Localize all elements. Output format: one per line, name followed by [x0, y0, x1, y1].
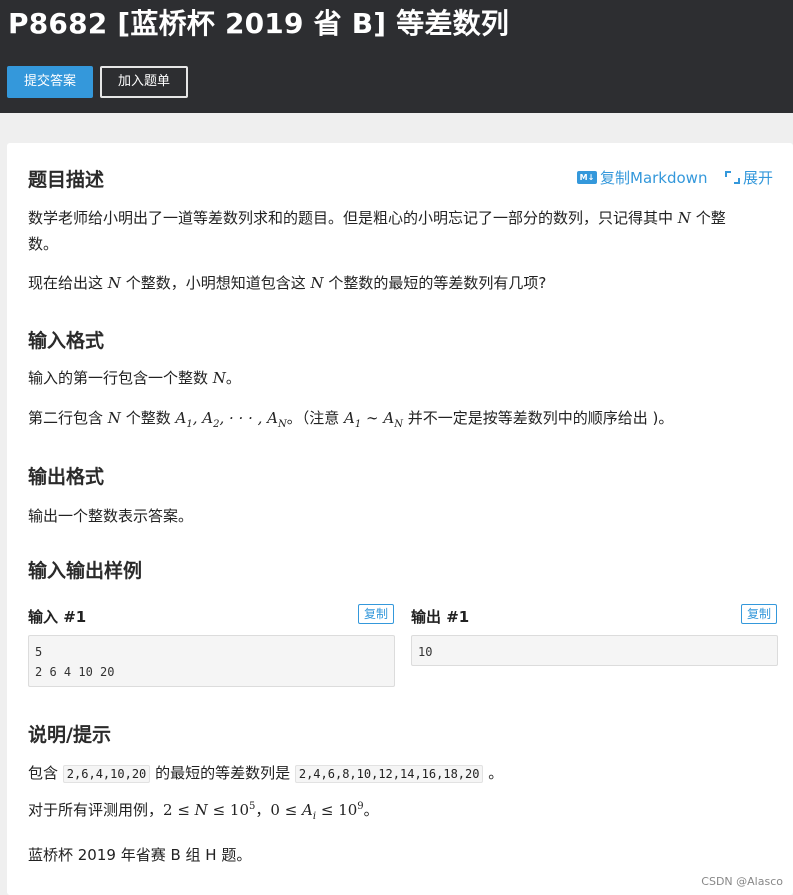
sample-input-label: 输入 #1	[28, 608, 87, 626]
math-var: , A	[192, 409, 214, 427]
text: 。	[225, 369, 241, 387]
math-var: A	[302, 801, 313, 819]
text: 个整数的最短的等差数列有几项?	[328, 274, 547, 292]
math-var: N	[677, 209, 691, 227]
hint-line2: 对于所有评测用例，2 ≤ N ≤ 105，0 ≤ Ai ≤ 109。	[28, 799, 379, 822]
math-sub: N	[394, 419, 403, 430]
math-var: , · · · , A	[219, 409, 278, 427]
text: 个整数，小明想知道包含这	[125, 274, 306, 292]
markdown-icon: M↓	[577, 171, 597, 184]
add-to-list-button[interactable]: 加入题单	[100, 66, 188, 98]
copy-markdown-link[interactable]: M↓ 复制Markdown	[577, 167, 707, 188]
text: 数学老师给小明出了一道等差数列求和的题目。但是粗心的小明忘记了一部分的数列，只记…	[28, 209, 674, 227]
hint-line1: 包含 2,6,4,10,20 的最短的等差数列是 2,4,6,8,10,12,1…	[28, 762, 503, 783]
sample-output-line: 10	[418, 645, 433, 659]
description-para1-line1: 数学老师给小明出了一道等差数列求和的题目。但是粗心的小明忘记了一部分的数列，只记…	[28, 207, 726, 228]
description-para1-line2: 数。	[28, 235, 59, 253]
input-format-heading: 输入格式	[28, 330, 105, 352]
text: 现在给出这	[28, 274, 104, 292]
math-expr: 2 ≤	[163, 801, 195, 819]
copy-output-button[interactable]: 复制	[741, 604, 778, 624]
math-sub: N	[277, 419, 287, 430]
math-var: A	[344, 409, 355, 427]
problem-header: P8682 [蓝桥杯 2019 省 B] 等差数列 提交答案 加入题单	[0, 0, 793, 113]
inline-code: 2,4,6,8,10,12,14,16,18,20	[294, 765, 484, 783]
math-sequence: A1, A2, · · · , AN	[175, 409, 287, 430]
math-var: N	[107, 274, 121, 292]
expand-icon	[725, 171, 740, 184]
text: 包含	[28, 764, 59, 782]
text: 个整数	[125, 409, 171, 427]
text: 的最短的等差数列是	[155, 764, 291, 782]
copy-input-button[interactable]: 复制	[358, 604, 395, 624]
expand-link[interactable]: 展开	[725, 167, 773, 188]
sample-input-line: 2 6 4 10 20	[35, 665, 115, 679]
math-var: N	[194, 801, 208, 819]
text: 对于所有评测用例，	[28, 801, 164, 819]
text: 。（注意	[286, 409, 340, 427]
math-var: N	[310, 274, 324, 292]
text: 。	[363, 801, 379, 819]
input-format-line1: 输入的第一行包含一个整数 N。	[28, 367, 241, 388]
input-format-line2: 第二行包含 N 个整数 A1, A2, · · · , AN。（注意 A1 ∼ …	[28, 407, 673, 430]
output-format-text: 输出一个整数表示答案。	[28, 507, 194, 525]
watermark: CSDN @Alasco	[701, 875, 783, 888]
math-var: ∼ A	[361, 409, 395, 427]
math-var: A	[175, 409, 187, 427]
sample-input-box: 5 2 6 4 10 20	[28, 635, 395, 687]
copy-markdown-label: 复制Markdown	[600, 169, 708, 187]
text: 并不一定是按等差数列中的顺序给出 )。	[407, 409, 674, 427]
inline-code: 2,6,4,10,20	[62, 765, 151, 783]
hint-heading: 说明/提示	[28, 724, 111, 746]
text: 第二行包含	[28, 409, 104, 427]
problem-title: P8682 [蓝桥杯 2019 省 B] 等差数列	[8, 7, 510, 40]
sample-input-line: 5	[35, 645, 43, 659]
expand-label: 展开	[743, 169, 774, 187]
text: ，	[255, 801, 271, 819]
text: 个整	[695, 209, 726, 227]
text: 输入的第一行包含一个整数	[28, 369, 209, 387]
sample-output-label: 输出 #1	[411, 608, 470, 626]
submit-answer-button[interactable]: 提交答案	[7, 66, 93, 98]
math-expr: 0 ≤	[270, 801, 303, 819]
text: 。	[488, 764, 504, 782]
math-expr: ≤ 10	[207, 801, 249, 819]
output-format-heading: 输出格式	[28, 466, 105, 488]
sample-output-box: 10	[411, 635, 778, 666]
math-var: N	[107, 409, 121, 427]
math-expr: ≤ 10	[316, 801, 358, 819]
hint-line3: 蓝桥杯 2019 年省赛 B 组 H 题。	[28, 846, 252, 864]
description-para2: 现在给出这 N 个整数，小明想知道包含这 N 个整数的最短的等差数列有几项?	[28, 272, 546, 293]
math-var: N	[212, 369, 226, 387]
problem-card: 题目描述 M↓ 复制Markdown 展开 数学老师给小明出了一道等差数列求和的…	[7, 143, 793, 895]
description-heading: 题目描述	[28, 169, 105, 191]
math-range: A1 ∼ AN	[344, 409, 403, 430]
samples-heading: 输入输出样例	[28, 560, 143, 582]
